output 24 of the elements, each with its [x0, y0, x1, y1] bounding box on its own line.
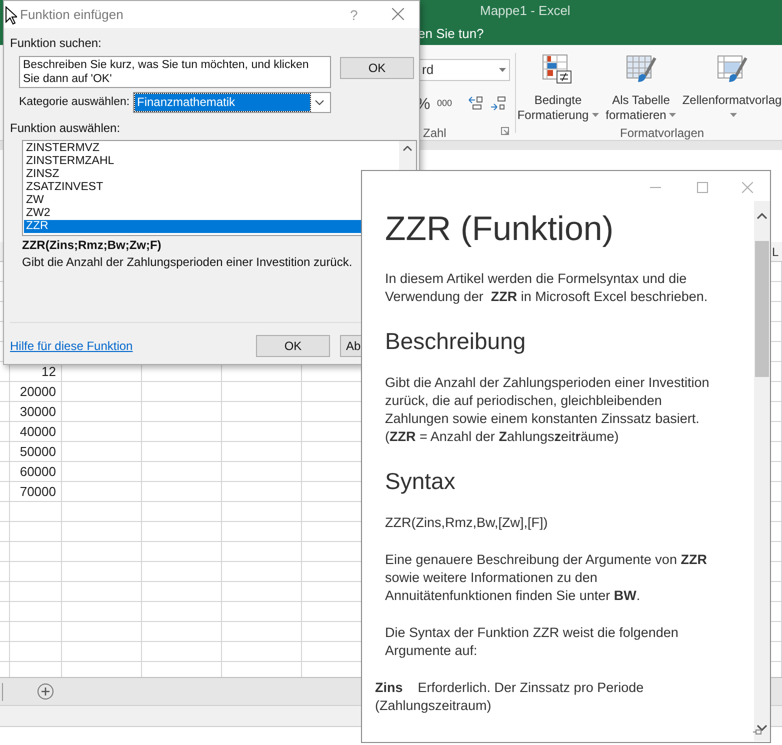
- table-cell-text: 12: [42, 363, 56, 381]
- field-label: Funktion auswählen:: [10, 121, 120, 135]
- section-heading: Beschreibung: [385, 327, 526, 355]
- table-cell-text: 30000: [20, 403, 56, 421]
- paragraph: Eine genauere Beschreibung der Argumente von ZZR sowie weitere Informationen zu den Annuitätenfunktionen finden Sie unter BW.: [385, 551, 707, 605]
- paragraph: In diesem Artikel werden die Formelsyntax und die Verwendung der ZZR in Microsoft Excel beschrieben.: [385, 270, 708, 306]
- paragraph: Die Syntax der Funktion ZZR weist die folgenden Argumente auf:: [385, 624, 678, 660]
- field-label: Kategorie auswählen:: [19, 94, 131, 110]
- argument-description: Zins Erforderlich. Der Zinssatz pro Periode (Zahlungszeitraum): [375, 679, 644, 715]
- paragraph: ZZR(Zins,Rmz,Bw,[Zw],[F]): [385, 514, 548, 532]
- window-title: Mappe1 - Excel: [480, 2, 570, 20]
- group-label: Zahl: [423, 125, 446, 142]
- function-description: Gibt die Anzahl der Zahlungsperioden einer Investition zurück.: [22, 255, 352, 269]
- paragraph: Gibt die Anzahl der Zahlungsperioden einer Investition zurück, die auf periodischen, gleichbleibenden Zahlungen sowie einem konstanten Zinssatz basiert. (ZZR = Anzahl der Zahlungszeiträume): [385, 374, 710, 446]
- group-label: Formatvorlagen: [620, 125, 704, 142]
- table-cell-text: 70000: [20, 483, 56, 501]
- field-label: Funktion suchen:: [10, 36, 102, 50]
- section-heading: Syntax: [385, 467, 456, 495]
- dialog-title: Funktion einfügen: [20, 6, 124, 24]
- table-cell-text: 20000: [20, 383, 56, 401]
- table-cell-text: 60000: [20, 463, 56, 481]
- function-signature: ZZR(Zins;Rmz;Bw;Zw;F): [22, 238, 162, 252]
- table-cell-text: 40000: [20, 423, 56, 441]
- table-cell-text: 50000: [20, 443, 56, 461]
